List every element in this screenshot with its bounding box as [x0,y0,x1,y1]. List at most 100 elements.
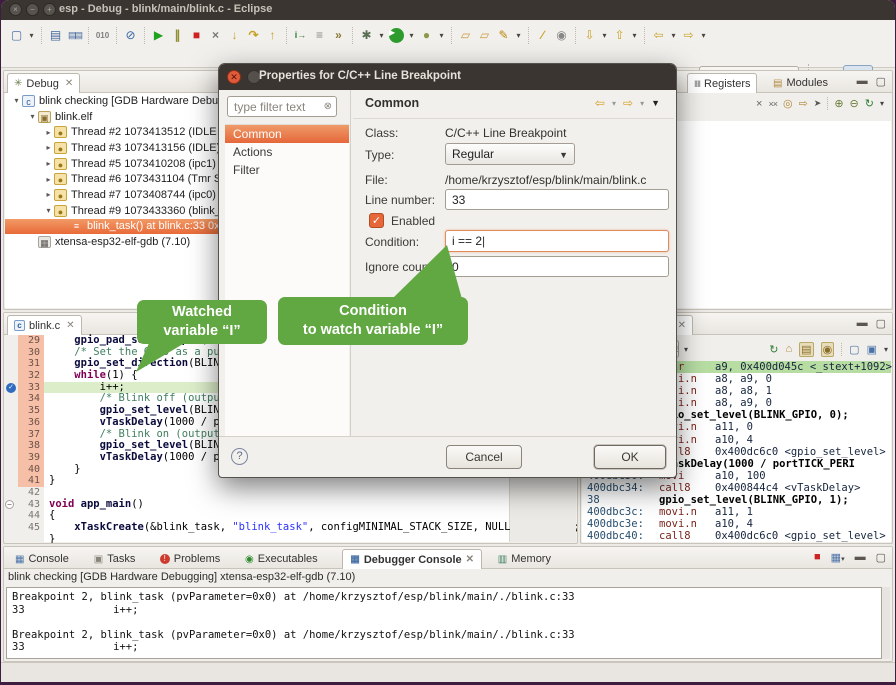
breakpoint-gutter[interactable] [5,510,18,522]
save-icon[interactable]: ▤ [46,26,65,45]
collapse-icon[interactable]: ⊖ [850,97,859,110]
twisty-icon[interactable]: ▾ [27,112,38,121]
close-icon[interactable]: ✕ [65,78,73,89]
pin-icon[interactable]: ◎ [783,97,793,110]
console-scrollbar[interactable] [882,587,890,659]
forward-icon[interactable]: ⇨ [679,26,698,45]
terminate-console-icon[interactable]: ■ [814,551,821,564]
breakpoint-gutter[interactable] [5,347,18,359]
filter-input[interactable]: type filter text ⊗ [227,96,337,117]
debug-icon[interactable]: ✱ [357,26,376,45]
disassembly-line[interactable]: 400dbc3c:movi.na11, 1 [582,506,891,518]
code-line[interactable]: } [5,534,509,544]
disassembly-source-line[interactable]: 39vTaskDelay(1000 / portTICK_PERI [582,542,891,544]
twisty-icon[interactable]: ▸ [43,190,54,199]
new-view-icon[interactable]: ▢ [849,343,859,356]
twisty-icon[interactable]: ▸ [43,128,54,137]
window-close-icon[interactable]: × [9,3,22,16]
run-icon[interactable]: ▶ [387,26,406,45]
breakpoint-gutter[interactable] [5,487,18,499]
console-output[interactable]: Breakpoint 2, blink_task (pvParameter=0x… [6,587,882,659]
breakpoint-gutter[interactable] [5,335,18,347]
twisty-icon[interactable]: ▸ [43,159,54,168]
tab-debug[interactable]: ✳ Debug ✕ [7,73,80,93]
back-menu-icon[interactable]: ▾ [612,99,616,108]
mark-occurrences-icon[interactable]: ∕ [533,26,552,45]
expand-icon[interactable]: ⊕ [834,97,843,110]
disassembly-source-line[interactable]: 38gpio_set_level(BLINK_GPIO, 1); [582,494,891,506]
code-line[interactable]: 45 xTaskCreate(&blink_task, "blink_task"… [5,522,509,534]
coverage-menu-icon[interactable]: ▾ [436,26,447,45]
minimize-icon[interactable]: ▬ [857,75,868,88]
breakpoint-gutter[interactable] [5,405,18,417]
breakpoint-gutter[interactable] [5,393,18,405]
breakpoint-gutter[interactable] [5,370,18,382]
twisty-icon[interactable]: ▸ [43,143,54,152]
link-icon[interactable]: ⇨ [799,97,808,110]
show-source-icon[interactable]: ▤ [799,342,813,357]
ok-button[interactable]: OK [594,445,666,469]
dialog-nav-filter[interactable]: Filter [225,161,349,179]
cancel-button[interactable]: Cancel [446,445,522,469]
enabled-checkbox[interactable]: ✓ [369,213,384,228]
close-icon[interactable]: ✕ [678,320,686,331]
breakpoint-gutter[interactable]: ✓ [5,382,18,394]
dialog-nav-common[interactable]: Common [225,125,349,143]
breakpoint-gutter[interactable] [5,440,18,452]
twisty-icon[interactable]: ▾ [43,206,54,215]
back-icon[interactable]: ⇦ [595,96,605,110]
last-edit-location-icon[interactable]: ⇩ [580,26,599,45]
minimize-icon[interactable]: ▬ [857,317,868,330]
dialog-close-icon[interactable]: ✕ [227,70,241,84]
close-icon[interactable]: ✕ [66,320,74,331]
type-dropdown[interactable]: Regular ▼ [445,143,575,165]
use-step-filters-icon[interactable]: » [329,26,348,45]
window-maximize-icon[interactable]: + [43,3,56,16]
breakpoint-gutter[interactable] [5,534,18,544]
breakpoint-gutter[interactable] [5,429,18,441]
dialog-nav-actions[interactable]: Actions [225,143,349,161]
breakpoint-gutter[interactable] [5,522,18,534]
step-into-icon[interactable]: ↓ [225,26,244,45]
skip-all-breakpoints-icon[interactable]: ⊘ [121,26,140,45]
tab-modules[interactable]: ▤ Modules [767,73,834,93]
fold-icon[interactable]: − [5,500,14,509]
instruction-stepping-icon[interactable]: i→ [291,26,310,45]
ignore-count-input[interactable]: 0 [445,256,669,277]
tab-problems[interactable]: !Problems [153,549,227,569]
code-line[interactable]: −43void app_main() [5,499,509,511]
tab-registers[interactable]: IIII Registers [687,73,757,93]
breakpoint-gutter[interactable] [5,417,18,429]
minimize-icon[interactable]: ▬ [855,551,866,564]
new-icon[interactable]: ▢ [7,26,26,45]
refresh-icon[interactable]: ↻ [769,343,778,356]
suspend-icon[interactable]: ∥ [168,26,187,45]
view-menu-icon[interactable]: ▼ [651,98,660,108]
tab-memory[interactable]: ▥Memory [491,549,558,569]
tab-console[interactable]: ▦Console [8,549,76,569]
terminate-icon[interactable]: ■ [187,26,206,45]
breakpoint-gutter[interactable]: − [5,499,18,511]
view-menu-icon[interactable]: ▾ [884,345,888,354]
next-annotation-icon[interactable]: ⇧ [610,26,629,45]
view-menu-icon[interactable]: ▾ [880,99,884,108]
sync-active-icon[interactable]: ◉ [821,342,835,357]
maximize-icon[interactable]: ▢ [876,75,886,88]
step-over-icon[interactable]: ↷ [244,26,263,45]
pin-view-icon[interactable]: ▣ [867,343,877,356]
disassembly-line[interactable]: 400dbc3e:movi.na10, 4 [582,518,891,530]
binary-icon[interactable]: 010 [93,26,112,45]
last-edit-menu-icon[interactable]: ▾ [599,26,610,45]
back-icon[interactable]: ⇦ [649,26,668,45]
open-element-icon[interactable]: ▱ [456,26,475,45]
maximize-icon[interactable]: ▢ [876,551,886,564]
search-icon[interactable]: ✎ [494,26,513,45]
breakpoint-gutter[interactable] [5,452,18,464]
search-menu-icon[interactable]: ▾ [513,26,524,45]
twisty-icon[interactable]: ▸ [43,175,54,184]
back-menu-icon[interactable]: ▾ [668,26,679,45]
external-tools-icon[interactable]: ◉ [552,26,571,45]
disconnect-icon[interactable]: × [206,26,225,45]
display-console-icon[interactable]: ▦▾ [831,551,845,564]
close-icon[interactable]: ✕ [466,554,474,565]
